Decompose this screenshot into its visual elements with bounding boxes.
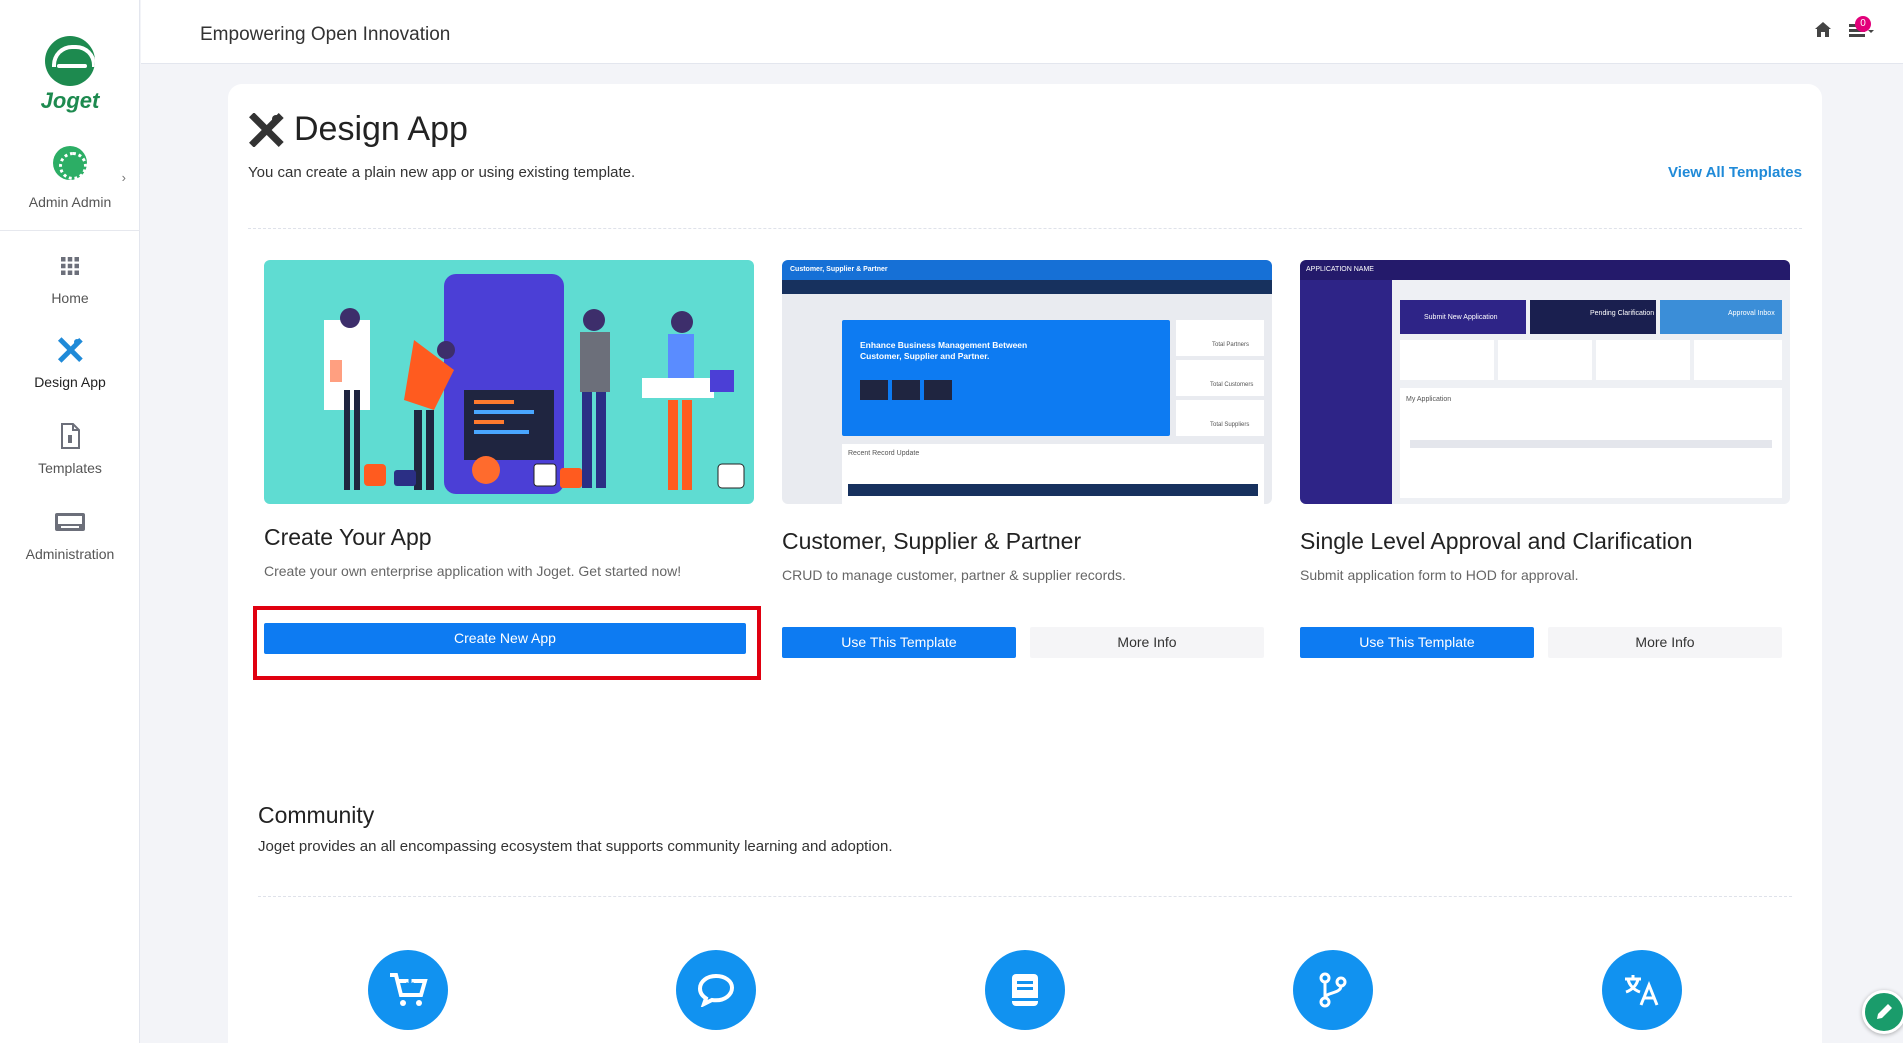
page-title: Design App <box>248 110 468 149</box>
template-card-create-app: Create Your App Create your own enterpri… <box>264 260 754 654</box>
use-this-template-button[interactable]: Use This Template <box>782 627 1016 658</box>
pencil-icon <box>1877 1004 1892 1019</box>
top-header: Empowering Open Innovation 0 <box>141 0 1903 64</box>
user-profile[interactable]: › Admin Admin <box>0 146 140 210</box>
document-icon <box>0 422 140 450</box>
template-name: Create Your App <box>264 524 432 550</box>
preview-stat-2: Total Customers <box>1210 382 1254 388</box>
page-description: You can create a plain new app or using … <box>248 164 636 181</box>
design-tools-icon <box>249 112 284 147</box>
git-branch-icon <box>1319 972 1347 1008</box>
user-name: Admin Admin <box>28 194 112 210</box>
sidebar: Joget › Admin Admin Home Design App Temp… <box>0 0 140 1043</box>
sidebar-item-home[interactable]: Home <box>0 252 140 306</box>
more-info-button[interactable]: More Info <box>1548 627 1782 658</box>
template-card-customer-supplier-partner: Customer, Supplier & Partner Enhance Bus… <box>782 260 1272 658</box>
sidebar-item-templates[interactable]: Templates <box>0 422 140 476</box>
console-icon <box>0 508 140 536</box>
preview-tile-1: Submit New Application <box>1424 314 1498 321</box>
template-preview-approval: APPLICATION NAME Submit New Application … <box>1300 260 1790 504</box>
template-name: Customer, Supplier & Partner <box>782 528 1082 554</box>
open-source-button[interactable] <box>1293 950 1373 1030</box>
translate-icon <box>1625 975 1659 1006</box>
sidebar-item-label: Administration <box>25 546 115 562</box>
preview-stat-3: Total Suppliers <box>1210 422 1250 428</box>
divider <box>0 230 140 231</box>
template-preview-csp: Customer, Supplier & Partner Enhance Bus… <box>782 260 1272 504</box>
marketplace-button[interactable] <box>368 950 448 1030</box>
edit-fab-button[interactable] <box>1862 990 1903 1034</box>
community-title: Community <box>258 802 375 828</box>
preview-header-text: APPLICATION NAME <box>1306 266 1374 273</box>
joget-logo-icon <box>45 36 95 86</box>
create-app-illustration <box>264 260 754 504</box>
cart-download-icon <box>390 973 428 1006</box>
preview-tile-2: Pending Clarification <box>1590 310 1655 317</box>
template-description: Submit application form to HOD for appro… <box>1300 567 1579 583</box>
book-icon <box>1012 974 1038 1006</box>
highlight-annotation-box <box>253 606 761 680</box>
community-description: Joget provides an all encompassing ecosy… <box>258 838 893 855</box>
design-tools-icon <box>0 336 140 364</box>
sidebar-item-label: Templates <box>38 460 102 476</box>
avatar <box>53 146 87 180</box>
preview-banner-line1: Enhance Business Management Between <box>860 340 1028 350</box>
template-name: Single Level Approval and Clarification <box>1300 528 1693 554</box>
sidebar-item-administration[interactable]: Administration <box>0 508 140 562</box>
template-card-single-level-approval: APPLICATION NAME Submit New Application … <box>1300 260 1790 658</box>
sidebar-item-label: Design App <box>34 374 106 390</box>
preview-banner-line2: Customer, Supplier and Partner. <box>860 351 990 361</box>
joget-logo[interactable]: Joget <box>34 36 106 114</box>
logo-text: Joget <box>40 88 100 113</box>
inbox-button[interactable]: 0 <box>1849 16 1875 45</box>
inbox-count-badge: 0 <box>1855 16 1871 32</box>
preview-stat-1: Total Partners <box>1212 342 1250 348</box>
divider <box>248 228 1802 229</box>
community-forum-button[interactable] <box>676 950 756 1030</box>
people-building-app-illustration <box>324 274 745 494</box>
preview-header-text: Customer, Supplier & Partner <box>790 266 888 273</box>
page-title-text: Design App <box>294 110 468 148</box>
divider <box>258 896 1792 897</box>
header-title: Empowering Open Innovation <box>200 24 451 45</box>
preview-tile-3: Approval Inbox <box>1728 310 1775 317</box>
template-description: Create your own enterprise application w… <box>264 563 682 579</box>
design-app-panel: Design App You can create a plain new ap… <box>228 84 1822 1043</box>
home-icon[interactable] <box>1815 22 1831 42</box>
preview-section-title: Recent Record Update <box>848 450 920 457</box>
chat-icon <box>697 973 735 1007</box>
view-all-templates-link[interactable]: View All Templates <box>1668 164 1802 181</box>
grid-icon <box>0 252 140 280</box>
sidebar-item-label: Home <box>51 290 89 306</box>
template-description: CRUD to manage customer, partner & suppl… <box>782 567 1126 583</box>
knowledge-base-button[interactable] <box>985 950 1065 1030</box>
translation-button[interactable] <box>1602 950 1682 1030</box>
use-this-template-button[interactable]: Use This Template <box>1300 627 1534 658</box>
sidebar-item-design-app[interactable]: Design App <box>0 336 140 390</box>
chevron-right-icon: › <box>121 170 126 185</box>
preview-section-title: My Application <box>1406 396 1452 403</box>
more-info-button[interactable]: More Info <box>1030 627 1264 658</box>
